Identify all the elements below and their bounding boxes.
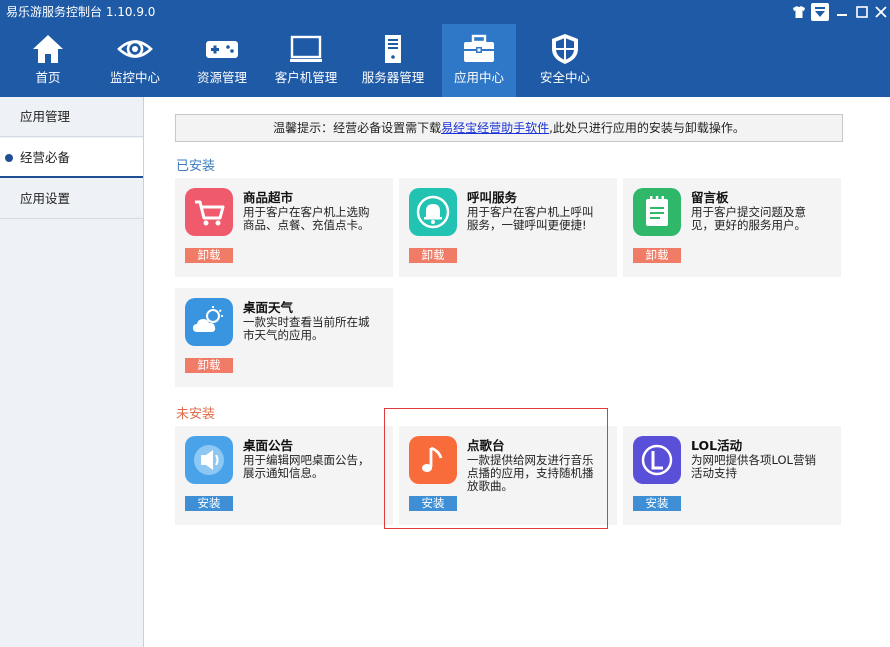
- toolbar-security-center[interactable]: 安全中心: [525, 24, 605, 97]
- uninstall-button[interactable]: 卸载: [633, 248, 681, 263]
- app-card-message-board: 留言板 用于客户提交问题及意见，更好的服务用户。 卸载: [623, 178, 841, 277]
- shield-icon: [552, 34, 578, 64]
- app-description: 一款提供给网友进行音乐点播的应用，支持随机播放歌曲。: [467, 453, 594, 493]
- app-card-desktop-weather: 桌面天气 一款实时查看当前所在城市天气的应用。 卸载: [175, 288, 393, 387]
- sidebar-item-app-settings[interactable]: 应用设置: [0, 179, 143, 219]
- music-note-icon: [409, 436, 457, 484]
- installed-section-title: 已安装: [176, 159, 216, 174]
- app-card-lol-event: LOL活动 为网吧提供各项LOL营销活动支持 安装: [623, 426, 841, 525]
- monitor-icon: [290, 35, 322, 62]
- toolbar-app-center[interactable]: 应用中心: [442, 24, 516, 97]
- notice-suffix: ,此处只进行应用的安装与卸载操作。: [549, 121, 745, 135]
- app-description: 一款实时查看当前所在城市天气的应用。: [243, 315, 370, 342]
- app-name: 呼叫服务: [467, 190, 518, 205]
- app-card-product-market: 商品超市 用于客户在客户机上选购商品、点餐、充值点卡。 卸载: [175, 178, 393, 277]
- notepad-icon: [633, 188, 681, 236]
- toolbar-home[interactable]: 首页: [8, 24, 88, 97]
- app-name: LOL活动: [691, 438, 743, 453]
- sidebar-item-app-management[interactable]: 应用管理: [0, 97, 143, 137]
- app-description: 用于编辑网吧桌面公告，展示通知信息。: [243, 453, 370, 480]
- main-toolbar: 首页 监控中心 资源管理 客户机管理 服务器管理 应用中心 安全中心: [0, 24, 890, 97]
- app-name: 桌面天气: [243, 300, 294, 315]
- eye-icon: [117, 40, 153, 58]
- app-name: 商品超市: [243, 190, 294, 205]
- toolbox-icon: [464, 34, 494, 62]
- toolbar-server-label: 服务器管理: [361, 70, 425, 85]
- bell-icon: [409, 188, 457, 236]
- install-button[interactable]: 安装: [185, 496, 233, 511]
- sidebar-item-business-essentials[interactable]: 经营必备: [0, 138, 143, 178]
- title-bar: 易乐游服务控制台 1.10.9.0: [0, 0, 890, 24]
- install-button[interactable]: 安装: [409, 496, 457, 511]
- lol-icon: [633, 436, 681, 484]
- sidebar-item-label: 经营必备: [20, 150, 71, 165]
- app-description: 用于客户在客户机上呼叫服务，一键呼叫更便捷!: [467, 205, 594, 232]
- sidebar-item-label: 应用管理: [20, 109, 71, 124]
- skin-icon[interactable]: [790, 3, 808, 21]
- toolbar-security-label: 安全中心: [539, 70, 590, 85]
- home-icon: [33, 35, 63, 63]
- weather-icon: [185, 298, 233, 346]
- not-installed-section-title: 未安装: [176, 407, 216, 422]
- toolbar-resource-management[interactable]: 资源管理: [182, 24, 262, 97]
- speaker-icon: [185, 436, 233, 484]
- app-card-song-request: 点歌台 一款提供给网友进行音乐点播的应用，支持随机播放歌曲。 安装: [399, 426, 617, 525]
- close-icon[interactable]: [872, 3, 890, 21]
- notice-bar: 温馨提示：经营必备设置需下载易经宝经营助手软件,此处只进行应用的安装与卸载操作。: [175, 114, 843, 142]
- shopping-cart-icon: [185, 188, 233, 236]
- window-title: 易乐游服务控制台 1.10.9.0: [6, 5, 156, 19]
- toolbar-client-label: 客户机管理: [274, 70, 338, 85]
- toolbar-monitor-label: 监控中心: [109, 70, 160, 85]
- notice-prefix: 温馨提示：经营必备设置需下载: [273, 121, 442, 135]
- app-card-desktop-notice: 桌面公告 用于编辑网吧桌面公告，展示通知信息。 安装: [175, 426, 393, 525]
- active-dot-icon: [5, 154, 13, 162]
- gamepad-icon: [206, 41, 238, 58]
- app-name: 留言板: [691, 190, 729, 205]
- app-description: 用于客户提交问题及意见，更好的服务用户。: [691, 205, 806, 232]
- toolbar-home-label: 首页: [35, 70, 61, 85]
- dropdown-menu-icon[interactable]: [811, 3, 829, 21]
- uninstall-button[interactable]: 卸载: [185, 248, 233, 263]
- toolbar-server-management[interactable]: 服务器管理: [353, 24, 433, 97]
- server-icon: [385, 35, 401, 63]
- app-description: 用于客户在客户机上选购商品、点餐、充值点卡。: [243, 205, 370, 232]
- app-name: 点歌台: [467, 438, 505, 453]
- install-button[interactable]: 安装: [633, 496, 681, 511]
- toolbar-client-management[interactable]: 客户机管理: [266, 24, 346, 97]
- app-description: 为网吧提供各项LOL营销活动支持: [691, 453, 816, 480]
- app-card-call-service: 呼叫服务 用于客户在客户机上呼叫服务，一键呼叫更便捷! 卸载: [399, 178, 617, 277]
- toolbar-app-center-label: 应用中心: [453, 70, 504, 85]
- uninstall-button[interactable]: 卸载: [409, 248, 457, 263]
- minimize-icon[interactable]: [833, 3, 851, 21]
- toolbar-monitor-center[interactable]: 监控中心: [95, 24, 175, 97]
- toolbar-resource-label: 资源管理: [196, 70, 247, 85]
- uninstall-button[interactable]: 卸载: [185, 358, 233, 373]
- sidebar-item-label: 应用设置: [20, 191, 71, 206]
- app-name: 桌面公告: [243, 438, 294, 453]
- maximize-icon[interactable]: [853, 3, 871, 21]
- sidebar: 应用管理 经营必备 应用设置: [0, 97, 144, 647]
- notice-download-link[interactable]: 易经宝经营助手软件: [441, 121, 549, 135]
